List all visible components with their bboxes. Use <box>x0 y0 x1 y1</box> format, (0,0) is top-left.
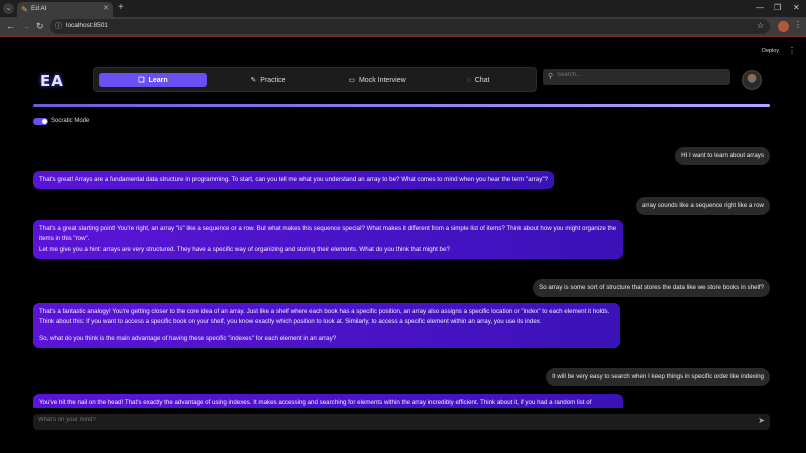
user-message: array sounds like a sequence right like … <box>635 197 770 216</box>
close-window-icon[interactable]: ✕ <box>793 3 800 12</box>
tab-mock-interview-label: Mock Interview <box>358 76 406 84</box>
browser-tab-bar: ⌄ ✎ Ed AI ✕ + — ❐ ✕ <box>0 0 806 17</box>
deploy-button[interactable]: Deploy <box>762 48 779 54</box>
logo: EA <box>40 72 64 90</box>
socratic-mode-label: Socratic Mode <box>51 118 90 124</box>
browser-menu-icon[interactable]: ⋮ <box>794 20 802 29</box>
message-text: So, what do you think is the main advant… <box>39 334 337 342</box>
message-text: That's a great starting point! You're ri… <box>39 225 617 243</box>
minimize-icon[interactable]: — <box>756 3 764 12</box>
message-text: That's a fantastic analogy! You're getti… <box>39 308 610 326</box>
briefcase-icon: ▭ <box>348 77 355 84</box>
new-tab-icon[interactable]: + <box>118 2 124 13</box>
address-bar: ← → ↻ ⓘ localhost:8501 ☆ <box>0 17 806 36</box>
message-text: array sounds like a sequence right like … <box>641 202 764 209</box>
tab-title: Ed AI <box>31 5 47 12</box>
socratic-mode-toggle[interactable] <box>33 118 48 125</box>
main-nav: ❑ Learn ✎ Practice ▭ Mock Interview ◌ Ch… <box>93 67 537 92</box>
chat-input[interactable] <box>38 417 728 423</box>
search-input[interactable] <box>557 72 717 78</box>
chat-history[interactable]: HI I want to learn about arrays That's g… <box>33 138 770 408</box>
tab-practice-label: Practice <box>260 76 286 84</box>
bookmark-star-icon[interactable]: ☆ <box>757 21 764 30</box>
user-message: It will be very easy to search when I ke… <box>546 368 770 387</box>
assistant-message: That's great! Arrays are a fundamental d… <box>33 171 554 190</box>
assistant-message: That's a great starting point! You're ri… <box>33 220 623 260</box>
omnibox[interactable]: ⓘ localhost:8501 ☆ <box>50 19 770 34</box>
reload-icon[interactable]: ↻ <box>36 21 44 32</box>
send-icon[interactable]: ➤ <box>758 416 765 425</box>
assistant-message: That's a fantastic analogy! You're getti… <box>33 303 620 349</box>
message-text: You've hit the nail on the head! That's … <box>39 399 592 406</box>
toggle-knob <box>42 119 47 124</box>
assistant-message: You've hit the nail on the head! That's … <box>33 394 623 408</box>
site-info-icon[interactable]: ⓘ <box>55 21 62 31</box>
tab-practice[interactable]: ✎ Practice <box>214 73 322 87</box>
tab-chat[interactable]: ◌ Chat <box>424 73 532 87</box>
app-menu-icon[interactable]: ⋮ <box>788 46 796 55</box>
avatar[interactable] <box>742 70 762 90</box>
chat-bubble-icon: ◌ <box>466 76 471 84</box>
tab-learn-label: Learn <box>148 76 168 84</box>
header-divider <box>33 104 770 107</box>
back-icon[interactable]: ← <box>6 21 15 31</box>
user-message: HI I want to learn about arrays <box>675 147 770 166</box>
tab-learn[interactable]: ❑ Learn <box>99 73 207 87</box>
url-text[interactable]: localhost:8501 <box>66 22 108 29</box>
browser-divider <box>0 36 806 37</box>
message-text: That's great! Arrays are a fundamental d… <box>39 176 548 183</box>
user-message: So array is some sort of structure that … <box>533 279 770 298</box>
tab-list-button[interactable]: ⌄ <box>3 3 14 14</box>
chat-composer[interactable]: ➤ <box>33 414 770 430</box>
message-text: Let me give you a hint: arrays are very … <box>39 245 450 253</box>
book-icon: ❑ <box>138 77 145 84</box>
forward-icon[interactable]: → <box>21 21 30 31</box>
message-text: It will be very easy to search when I ke… <box>552 373 764 380</box>
close-tab-icon[interactable]: ✕ <box>103 4 109 12</box>
favicon-icon: ✎ <box>21 5 28 14</box>
browser-tab[interactable]: ✎ Ed AI ✕ <box>17 2 113 17</box>
message-text: So array is some sort of structure that … <box>539 284 764 291</box>
tab-chat-label: Chat <box>474 76 490 84</box>
maximize-icon[interactable]: ❐ <box>774 3 781 12</box>
search-box[interactable]: ⚲ <box>543 69 730 85</box>
browser-profile-avatar[interactable] <box>778 21 789 32</box>
message-text: HI I want to learn about arrays <box>681 152 764 159</box>
search-icon: ⚲ <box>548 73 554 80</box>
pencil-icon: ✎ <box>250 77 257 84</box>
tab-mock-interview[interactable]: ▭ Mock Interview <box>322 73 432 87</box>
